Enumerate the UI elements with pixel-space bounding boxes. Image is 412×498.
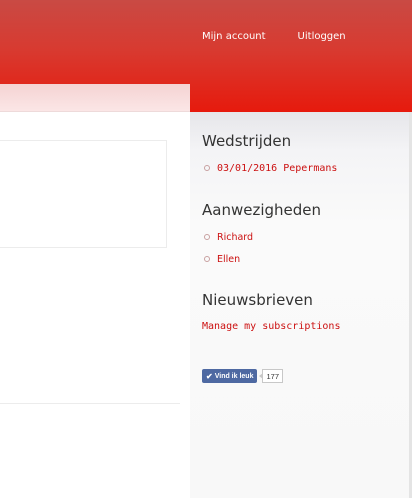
attendance-heading: Aanwezigheden: [202, 201, 322, 219]
sidebar: Wedstrijden 03/01/2016 Pepermans Aanwezi…: [190, 112, 412, 498]
attendance-link-ellen[interactable]: Ellen: [217, 254, 240, 265]
top-nav: Mijn account Uitloggen: [202, 31, 346, 42]
list-item: 03/01/2016 Pepermans: [202, 157, 337, 179]
logout-link[interactable]: Uitloggen: [298, 31, 346, 42]
checkmark-icon: ✔: [206, 371, 213, 381]
content-divider: [0, 403, 180, 404]
manage-subscriptions-link[interactable]: Manage my subscriptions: [202, 321, 340, 332]
content-tab-strip: [0, 84, 190, 112]
like-label: Vind ik leuk: [214, 372, 254, 380]
list-item: Richard: [202, 226, 253, 248]
attendance-list: Richard Ellen: [202, 226, 253, 270]
list-item: Ellen: [202, 248, 253, 270]
content-box: [0, 140, 167, 248]
circle-bullet-icon: [204, 256, 210, 262]
attendance-link-richard[interactable]: Richard: [217, 232, 253, 243]
circle-bullet-icon: [204, 234, 210, 240]
like-count: 177: [259, 369, 283, 383]
facebook-like-button[interactable]: ✔ Vind ik leuk: [202, 369, 258, 383]
circle-bullet-icon: [204, 165, 210, 171]
competitions-list: 03/01/2016 Pepermans: [202, 157, 337, 179]
main-content-panel: [0, 84, 190, 498]
my-account-link[interactable]: Mijn account: [202, 31, 266, 42]
competition-link[interactable]: 03/01/2016 Pepermans: [217, 163, 337, 174]
competitions-heading: Wedstrijden: [202, 132, 292, 150]
facebook-like-widget: ✔ Vind ik leuk 177: [202, 369, 283, 383]
newsletters-heading: Nieuwsbrieven: [202, 291, 313, 309]
